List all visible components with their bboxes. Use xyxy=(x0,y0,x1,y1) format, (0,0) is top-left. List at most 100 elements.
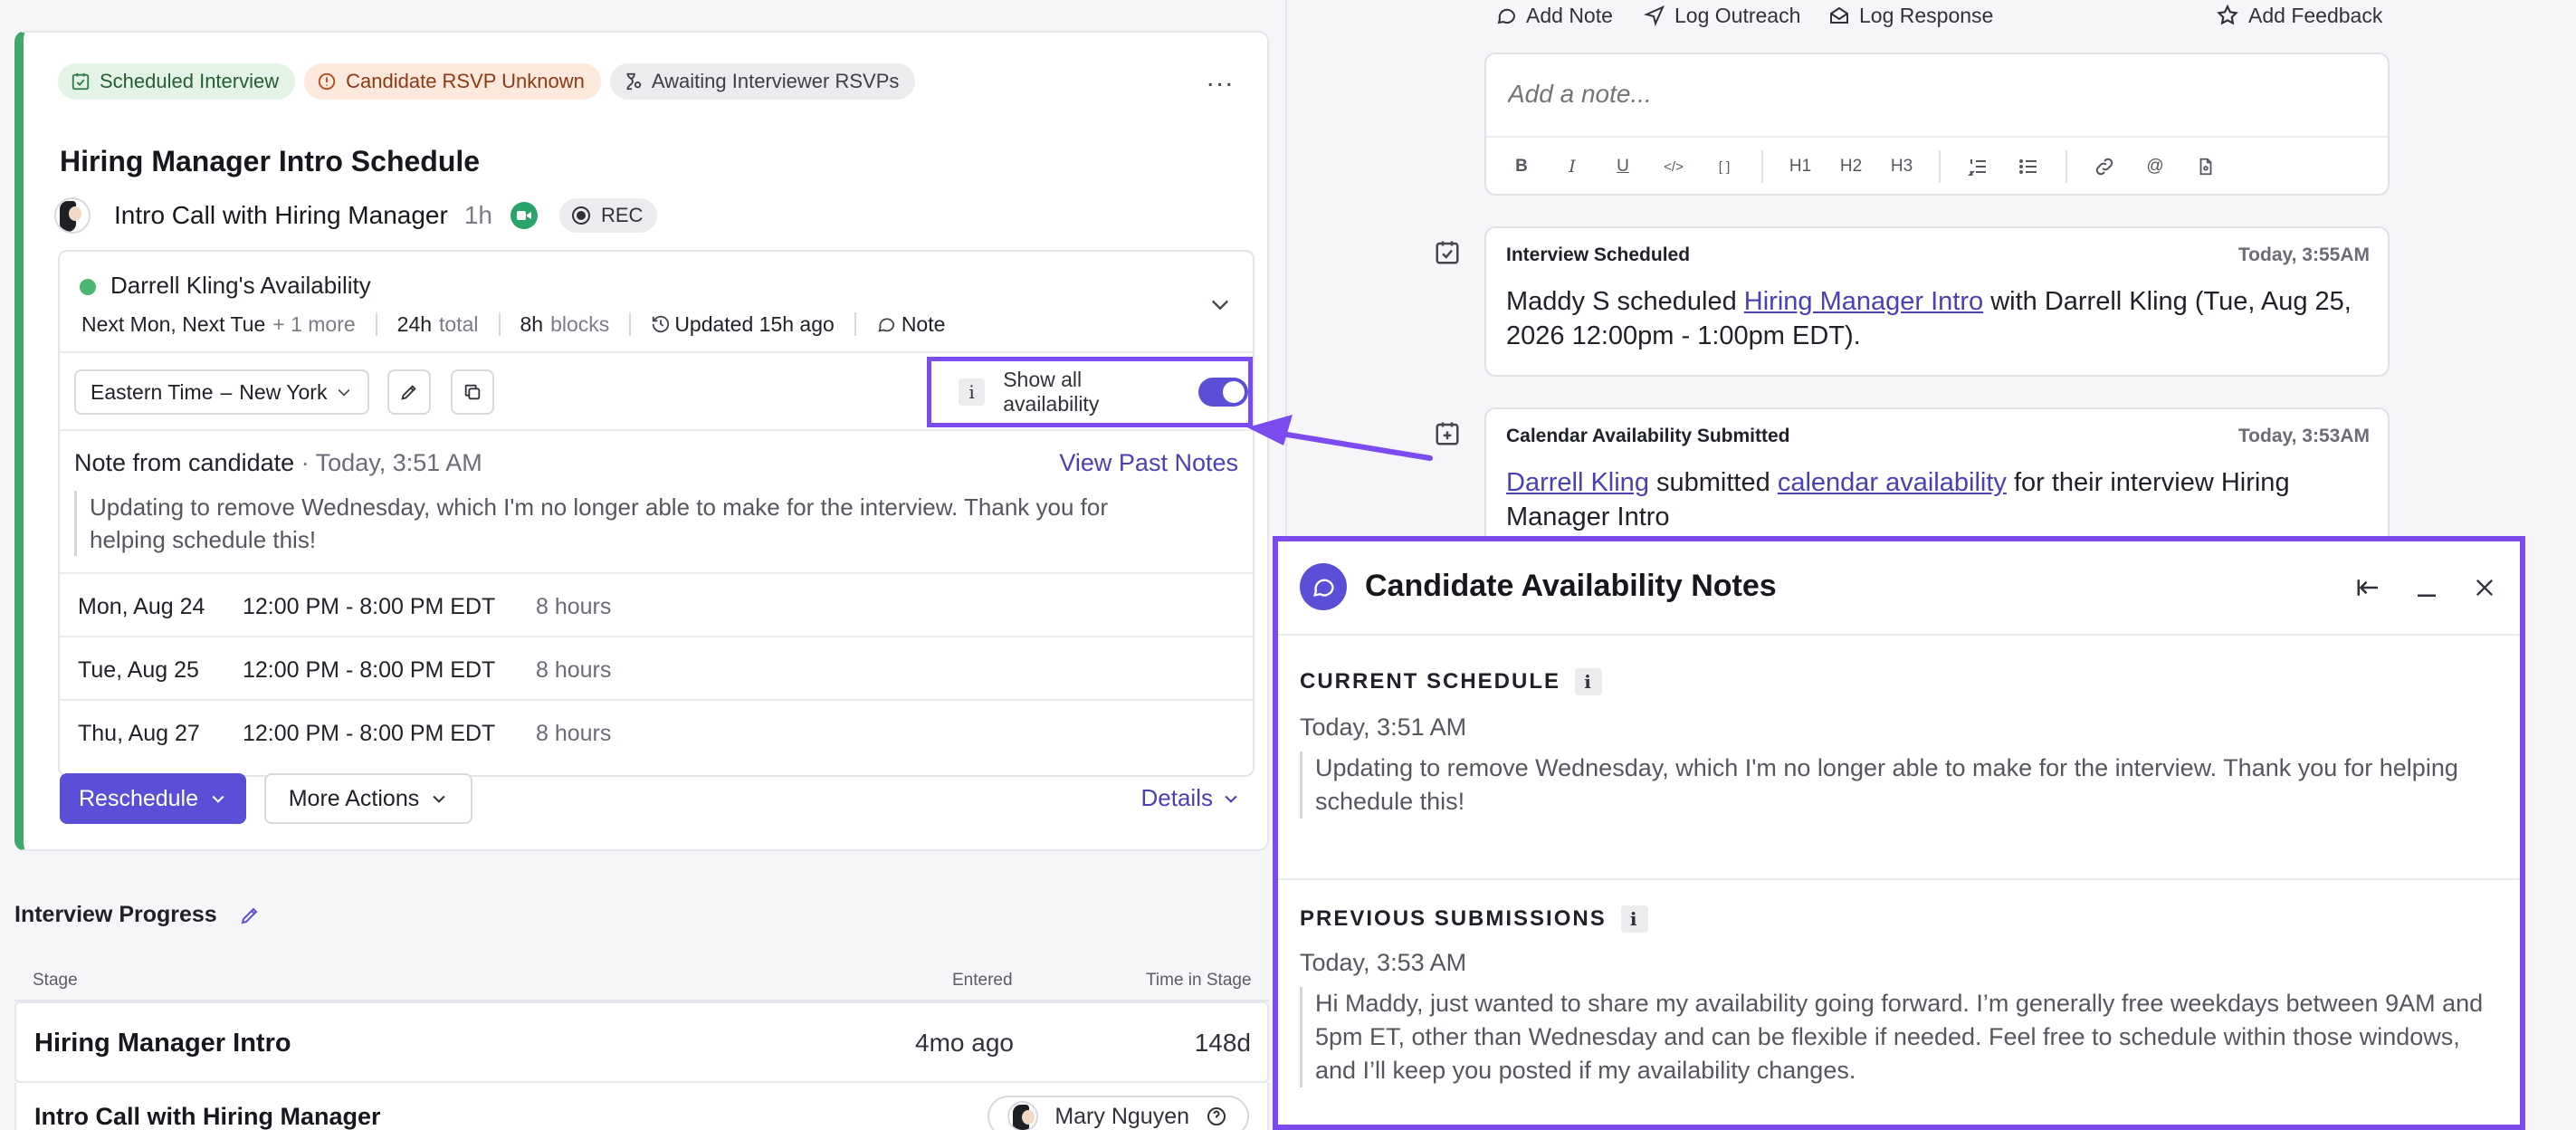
slot-time: 12:00 PM - 8:00 PM EDT xyxy=(243,721,496,746)
availability-stats: Next Mon, Next Tue + 1 more 24h total 8h… xyxy=(81,310,945,339)
previous-submissions-section: PREVIOUS SUBMISSIONS i Today, 3:53 AM Hi… xyxy=(1278,880,2520,1130)
log-response-action[interactable]: Log Response xyxy=(1828,0,1993,31)
stage-entered: 4mo ago xyxy=(915,1029,1014,1057)
slot-time: 12:00 PM - 8:00 PM EDT xyxy=(243,657,496,683)
underline-button[interactable]: U xyxy=(1609,153,1636,180)
slot-date: Tue, Aug 25 xyxy=(78,657,199,683)
more-actions-button[interactable]: More Actions xyxy=(264,773,472,824)
details-link[interactable]: Details xyxy=(1141,784,1240,812)
collapse-panel-button[interactable] xyxy=(2353,572,2384,603)
availability-more: + 1 more xyxy=(272,311,356,336)
table-row[interactable]: Hiring Manager Intro 4mo ago 148d xyxy=(14,1001,1269,1083)
edit-availability-button[interactable] xyxy=(387,369,431,415)
record-icon xyxy=(571,206,590,225)
status-tags: Scheduled Interview Candidate RSVP Unkno… xyxy=(58,63,916,100)
timezone-dash: – xyxy=(220,379,233,404)
bullet-list-button[interactable] xyxy=(2015,153,2042,180)
bold-button[interactable]: B xyxy=(1508,153,1535,180)
activity-body: Darrell Kling submitted calendar availab… xyxy=(1506,465,2375,534)
availability-header[interactable]: Darrell Kling's Availability Next Mon, N… xyxy=(60,252,1253,353)
video-meeting-icon[interactable] xyxy=(510,202,538,229)
interviewer-chip[interactable]: Mary Nguyen xyxy=(987,1096,1249,1130)
activity-link[interactable]: calendar availability xyxy=(1778,468,2007,497)
pencil-icon[interactable] xyxy=(239,905,261,926)
heading-1-button[interactable]: H1 xyxy=(1787,153,1814,180)
bullet-list-icon xyxy=(2019,159,2037,174)
close-icon xyxy=(2476,579,2493,596)
slot-time: 12:00 PM - 8:00 PM EDT xyxy=(243,594,496,619)
panel-header: Candidate Availability Notes xyxy=(1278,541,2520,636)
note-from-time: · Today, 3:51 AM xyxy=(301,449,482,476)
chat-bubble-icon xyxy=(1300,563,1347,610)
availability-updated: Updated 15h ago xyxy=(674,311,835,336)
note-from-candidate: Note from candidate · Today, 3:51 AM xyxy=(74,449,482,477)
slot-date: Mon, Aug 24 xyxy=(78,594,205,619)
availability-slot-row: Mon, Aug 24 12:00 PM - 8:00 PM EDT 8 hou… xyxy=(60,574,1253,637)
interview-card: Scheduled Interview Candidate RSVP Unkno… xyxy=(14,31,1269,851)
info-icon[interactable]: i xyxy=(959,378,986,406)
activity-link[interactable]: Hiring Manager Intro xyxy=(1744,287,1983,316)
availability-box: Darrell Kling's Availability Next Mon, N… xyxy=(58,250,1255,777)
current-schedule-section: CURRENT SCHEDULE i Today, 3:51 AM Updati… xyxy=(1278,636,2520,878)
copy-icon xyxy=(464,384,481,400)
availability-total-value: 24h xyxy=(396,311,433,336)
availability-total-label: total xyxy=(439,311,479,336)
activity-actor-link[interactable]: Darrell Kling xyxy=(1506,468,1649,497)
candidate-rsvp-label: Candidate RSVP Unknown xyxy=(346,70,585,92)
heading-2-button[interactable]: H2 xyxy=(1837,153,1865,180)
availability-days: Next Mon, Next Tue xyxy=(81,311,266,336)
slot-hours: 8 hours xyxy=(536,657,612,683)
reschedule-label: Reschedule xyxy=(78,785,199,811)
availability-note-link[interactable]: Note xyxy=(902,312,946,337)
show-all-availability-highlight: i Show all availability xyxy=(927,357,1253,427)
add-note-label: Add Note xyxy=(1526,3,1613,27)
chevron-down-icon xyxy=(338,388,350,397)
scheduled-interview-badge: Scheduled Interview xyxy=(58,63,296,100)
avatar xyxy=(54,197,91,234)
note-bubble-icon xyxy=(878,318,894,332)
close-panel-button[interactable] xyxy=(2469,572,2500,603)
link-button[interactable] xyxy=(2091,153,2118,180)
send-icon xyxy=(1644,5,1665,26)
table-row[interactable]: Intro Call with Hiring Manager Mary Nguy… xyxy=(14,1083,1269,1130)
star-icon xyxy=(2217,4,2238,25)
info-icon[interactable]: i xyxy=(1575,668,1603,695)
italic-button[interactable]: I xyxy=(1559,153,1586,180)
code-block-button[interactable]: [ ] xyxy=(1711,153,1738,180)
add-feedback-label: Add Feedback xyxy=(2248,3,2383,27)
activity-verb: scheduled xyxy=(1617,287,1737,316)
add-feedback-action[interactable]: Add Feedback xyxy=(2216,0,2382,31)
event-name[interactable]: Intro Call with Hiring Manager xyxy=(114,201,448,230)
reschedule-button[interactable]: Reschedule xyxy=(60,773,246,824)
add-note-action[interactable]: Add Note xyxy=(1495,0,1613,31)
copy-availability-button[interactable] xyxy=(451,369,494,415)
ordered-list-icon xyxy=(1968,159,1986,176)
chevron-down-icon[interactable] xyxy=(1207,292,1233,317)
candidate-note-section: Note from candidate · Today, 3:51 AM Vie… xyxy=(60,431,1253,574)
heading-3-button[interactable]: H3 xyxy=(1888,153,1915,180)
ordered-list-button[interactable] xyxy=(1964,153,1991,180)
code-button[interactable]: </> xyxy=(1660,153,1687,180)
minimize-panel-button[interactable] xyxy=(2411,572,2442,603)
mention-button[interactable]: @ xyxy=(2142,153,2169,180)
alert-circle-icon xyxy=(318,72,336,91)
show-all-availability-toggle[interactable] xyxy=(1198,378,1248,407)
view-past-notes-link[interactable]: View Past Notes xyxy=(1059,449,1238,477)
column-header-entered: Entered xyxy=(952,971,1013,990)
annotation-arrow-icon xyxy=(1247,415,1433,461)
log-outreach-action[interactable]: Log Outreach xyxy=(1644,0,1800,31)
note-input[interactable] xyxy=(1508,80,2323,109)
card-more-menu[interactable]: ... xyxy=(1207,64,1235,91)
interviewer-name: Mary Nguyen xyxy=(1054,1103,1189,1129)
activity-kind: Calendar Availability Submitted xyxy=(1506,426,1790,446)
chat-bubble-icon xyxy=(1497,8,1516,24)
history-icon xyxy=(653,315,670,333)
details-label: Details xyxy=(1140,784,1213,811)
slot-hours: 8 hours xyxy=(536,721,612,746)
info-icon[interactable]: i xyxy=(1620,905,1648,933)
timezone-select[interactable]: Eastern Time – New York xyxy=(74,369,369,415)
attach-file-button[interactable] xyxy=(2192,153,2219,180)
activity-verb: submitted xyxy=(1656,468,1770,497)
hourglass-user-icon xyxy=(626,72,642,91)
log-outreach-label: Log Outreach xyxy=(1674,3,1801,27)
